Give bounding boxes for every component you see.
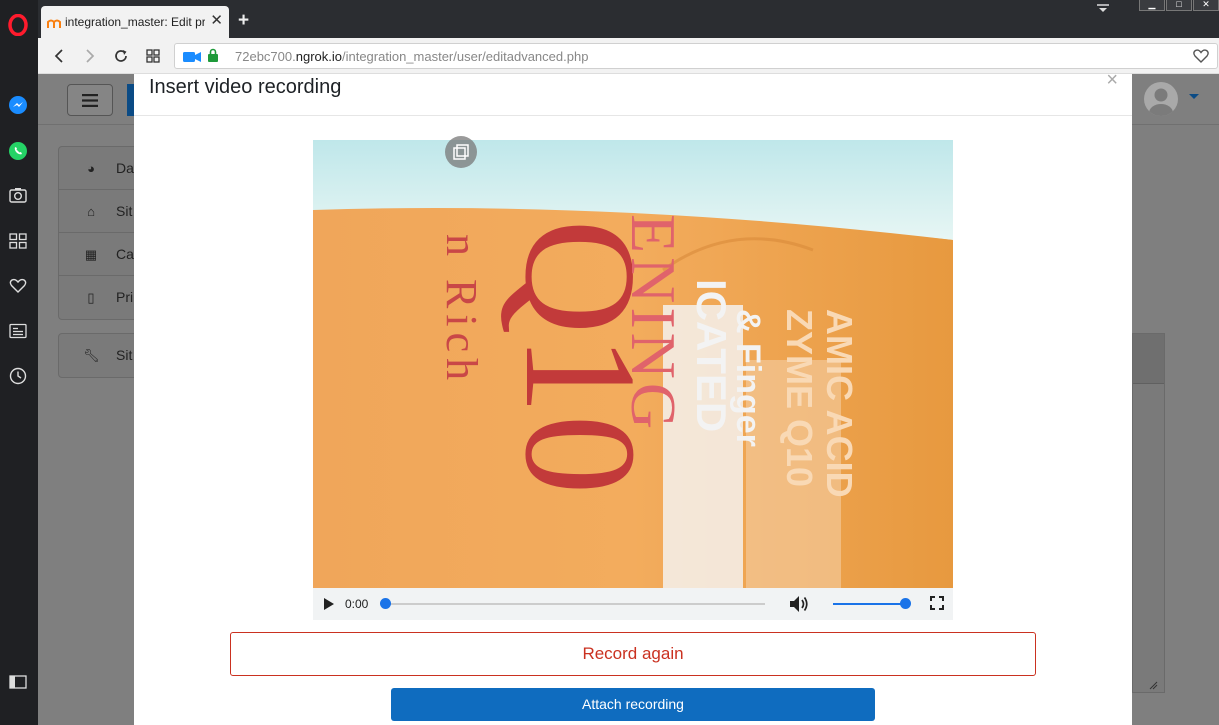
back-icon[interactable] <box>49 46 69 66</box>
browser-toolbar: 72ebc700.ngrok.io/integration_master/use… <box>38 38 1219 74</box>
moodle-favicon-icon <box>47 16 61 28</box>
file-icon: ▯ <box>87 290 95 305</box>
hamburger-menu-button[interactable] <box>67 84 113 116</box>
maximize-button[interactable]: □ <box>1166 0 1192 11</box>
video-time: 0:00 <box>345 597 369 611</box>
news-icon[interactable] <box>7 320 29 342</box>
fullscreen-icon[interactable] <box>930 596 944 615</box>
wrench-icon: 🔧︎ <box>83 348 100 363</box>
user-menu-caret-icon[interactable] <box>1189 94 1199 99</box>
resize-handle-icon[interactable] <box>1149 677 1158 690</box>
history-icon[interactable] <box>7 365 29 387</box>
modal-title: Insert video recording <box>149 76 342 98</box>
modal-header: Insert video recording × <box>134 74 1132 116</box>
close-window-button[interactable]: ✕ <box>1193 0 1219 11</box>
progress-thumb[interactable] <box>380 598 391 609</box>
browser-sidebar <box>0 0 38 725</box>
address-bar[interactable]: 72ebc700.ngrok.io/integration_master/use… <box>174 43 1218 69</box>
nav-item-label: Pri <box>116 289 134 305</box>
nav-item-label: Ca <box>116 246 134 262</box>
frame-text-zyme: ZYME Q10 <box>779 309 820 487</box>
frame-text-ening: ENING <box>618 214 689 433</box>
play-icon[interactable] <box>323 597 335 616</box>
attach-recording-button[interactable]: Attach recording <box>391 688 875 721</box>
tab-close-icon[interactable]: ✕ <box>210 13 223 29</box>
dashboard-icon: ◕ <box>87 161 95 176</box>
reload-icon[interactable] <box>111 46 131 66</box>
tab-title: integration_master: Edit pro <box>65 15 205 29</box>
frame-text-rich: n Rich <box>437 234 486 386</box>
url-path: /integration_master/user/editadvanced.ph… <box>341 49 589 64</box>
speed-dial-icon[interactable] <box>7 230 29 252</box>
lock-icon[interactable] <box>207 48 219 68</box>
home-icon: ⌂ <box>87 204 95 219</box>
frame-text-icated: ICATED <box>688 279 735 432</box>
minimize-button[interactable]: ▁ <box>1139 0 1165 11</box>
video-camera-icon[interactable] <box>183 50 201 68</box>
record-again-button[interactable]: Record again <box>230 632 1036 676</box>
calendar-icon: ▦ <box>84 247 98 262</box>
video-controls: 0:00 <box>313 588 953 620</box>
url-prefix: 72ebc700. <box>235 49 296 64</box>
forward-icon[interactable] <box>80 46 100 66</box>
editor-toolbar <box>1133 334 1164 384</box>
insert-video-modal: Insert video recording × n Rich Q10 ENIN… <box>134 74 1132 725</box>
volume-icon[interactable] <box>789 595 809 618</box>
tab-menu-icon[interactable] <box>1096 0 1110 12</box>
bookmark-heart-icon[interactable] <box>1193 49 1209 68</box>
frame-text-finger: & Finger <box>729 309 767 447</box>
volume-thumb[interactable] <box>900 598 911 609</box>
page-background: ◕ Da ⌂ Sit ▦ Ca ▯ Pri 🔧︎ Sit Insert vide… <box>38 74 1219 725</box>
volume-fill <box>833 603 905 605</box>
sidebar-toggle-icon[interactable] <box>7 671 29 693</box>
progress-track[interactable] <box>385 603 765 605</box>
user-avatar[interactable] <box>1144 82 1178 116</box>
heart-icon[interactable] <box>7 275 29 297</box>
camera-icon[interactable] <box>7 184 29 206</box>
window-controls: ▁ □ ✕ <box>1138 0 1219 12</box>
video-player[interactable]: n Rich Q10 ENING ICATED & Finger ZYME Q1… <box>313 140 953 588</box>
browser-tab[interactable]: integration_master: Edit pro ✕ <box>41 6 229 38</box>
opera-logo-icon[interactable] <box>7 14 29 36</box>
picture-in-picture-button[interactable] <box>445 136 477 168</box>
video-frame: n Rich Q10 ENING ICATED & Finger ZYME Q1… <box>313 140 953 588</box>
new-tab-button[interactable]: + <box>238 11 249 30</box>
whatsapp-icon[interactable] <box>7 140 29 162</box>
modal-close-icon[interactable]: × <box>1106 74 1118 92</box>
tab-grid-icon[interactable] <box>143 46 163 66</box>
nav-item-label: Sit <box>116 347 133 363</box>
volume-track[interactable] <box>833 603 905 605</box>
nav-item-label: Sit <box>116 203 133 219</box>
editor-textarea[interactable] <box>1132 333 1165 693</box>
url-text[interactable]: 72ebc700.ngrok.io/integration_master/use… <box>235 49 588 64</box>
url-domain: ngrok.io <box>295 49 342 64</box>
tab-strip: integration_master: Edit pro ✕ + ▁ □ ✕ <box>38 0 1219 40</box>
messenger-icon[interactable] <box>7 94 29 116</box>
frame-text-amic: AMIC ACID <box>819 309 860 498</box>
nav-item-label: Da <box>116 160 134 176</box>
